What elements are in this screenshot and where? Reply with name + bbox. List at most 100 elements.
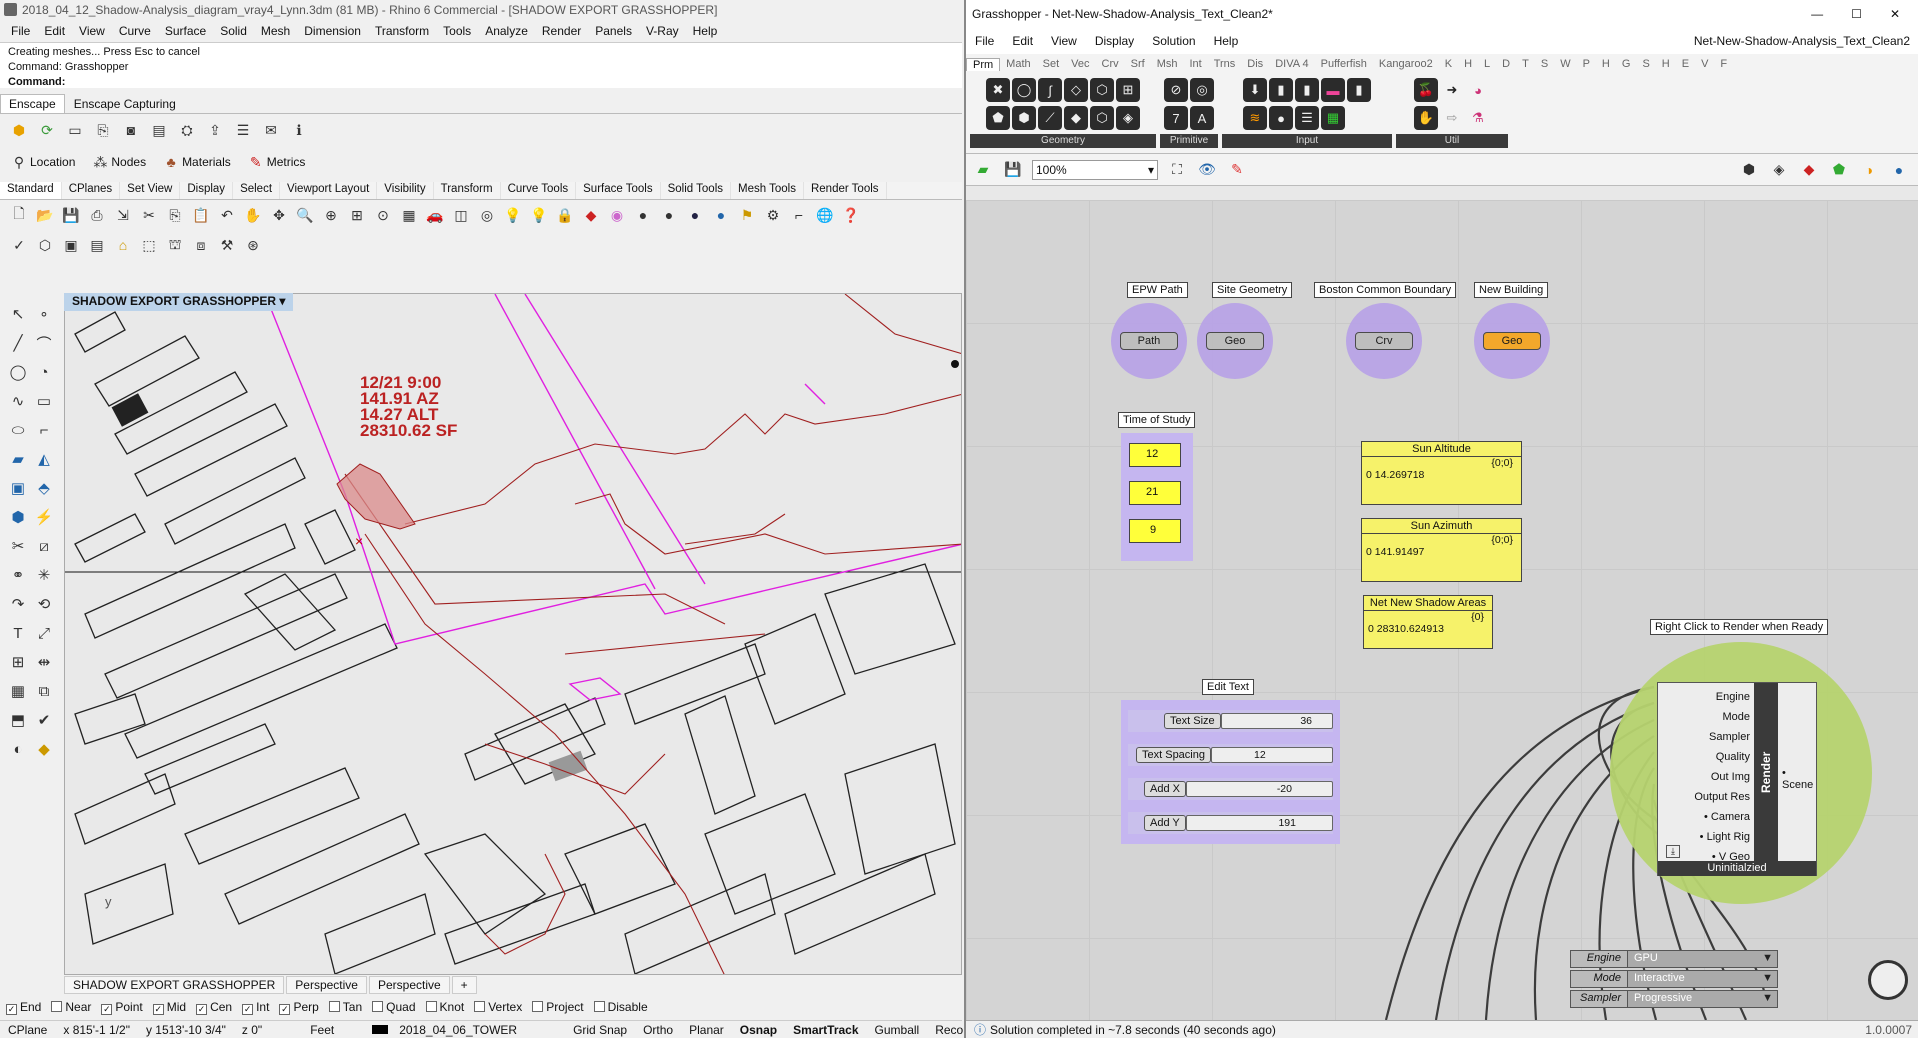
gh-tab-1[interactable]: Math	[1000, 58, 1036, 70]
param-brep-icon[interactable]: ⬟	[986, 106, 1010, 130]
fillet-icon[interactable]: ⌐	[31, 417, 57, 443]
osnap-checkbox[interactable]: ✓	[6, 1004, 17, 1015]
object-properties-icon[interactable]: ⬡	[34, 234, 56, 256]
tab-set-view[interactable]: Set View	[120, 182, 181, 199]
menu-view[interactable]: View	[72, 24, 112, 38]
menu-panels[interactable]: Panels	[588, 24, 639, 38]
gh-tab-0[interactable]: Prm	[966, 57, 1001, 71]
named-views-icon[interactable]: ◫	[450, 204, 472, 226]
analyze-icon[interactable]: ◐	[5, 736, 31, 762]
osnap-mid[interactable]: ✓ Mid	[152, 1000, 186, 1015]
render-input-output-res[interactable]: Output Res	[1658, 787, 1750, 807]
cplane-icon[interactable]: ◎	[476, 204, 498, 226]
gh-tab-10[interactable]: DIVA 4	[1269, 58, 1314, 70]
menu-vray[interactable]: V-Ray	[639, 24, 686, 38]
group-input-label[interactable]: Input	[1222, 134, 1392, 148]
rotate-view-icon[interactable]: ✥	[268, 204, 290, 226]
param-arc-icon[interactable]: ⟋	[1038, 106, 1062, 130]
preview-selected-icon[interactable]: ◆	[1798, 159, 1820, 181]
mode-value-list[interactable]: Mode Interactive ▼	[1570, 970, 1778, 988]
shaded-icon[interactable]: ●	[658, 204, 680, 226]
param-text-icon[interactable]: A	[1190, 106, 1214, 130]
status-cplane[interactable]: CPlane	[0, 1023, 55, 1037]
viewport-layout-icon[interactable]: ▦	[398, 204, 420, 226]
zoom-extents-icon[interactable]: ⊞	[346, 204, 368, 226]
tool-icon[interactable]: ⚒	[216, 234, 238, 256]
menu-tools[interactable]: Tools	[436, 24, 478, 38]
help-icon[interactable]: ❓	[840, 204, 862, 226]
param-mesh-icon[interactable]: ⬢	[1012, 106, 1036, 130]
gh-tab-23[interactable]: S	[1636, 58, 1655, 70]
add-viewport-tab-button[interactable]: +	[451, 976, 477, 994]
status-smarttrack[interactable]: SmartTrack	[785, 1023, 866, 1037]
command-prompt[interactable]: Command:	[8, 75, 954, 90]
enscape-screenshot-icon[interactable]: ◙	[120, 119, 142, 141]
gh-canvas[interactable]: EPW Path Path Site Geometry Geo Boston C…	[966, 200, 1918, 1020]
sun-altitude-panel[interactable]: Sun Altitude {0;0} 0 14.269718	[1361, 441, 1522, 505]
gh-tab-20[interactable]: P	[1577, 58, 1596, 70]
gh-tab-16[interactable]: D	[1496, 58, 1516, 70]
input-panel-icon[interactable]: ▮	[1347, 78, 1371, 102]
param-circle-icon[interactable]: ◯	[1012, 78, 1036, 102]
util-arrow-icon[interactable]: ➜	[1440, 78, 1464, 102]
osnap-checkbox[interactable]: ✓	[196, 1004, 208, 1015]
open-file-icon[interactable]: 📂	[34, 204, 56, 226]
save-document-icon[interactable]: 💾	[1002, 159, 1024, 181]
close-icon[interactable]: ✕	[1890, 0, 1900, 28]
gh-document-name[interactable]: Net-New-Shadow-Analysis_Text_Clean2	[1685, 34, 1918, 48]
menu-curve[interactable]: Curve	[112, 24, 158, 38]
zoom-dropdown[interactable]: 100% ▾	[1032, 159, 1158, 180]
lock-icon[interactable]: 🔒	[554, 204, 576, 226]
line-icon[interactable]: ╱	[5, 330, 31, 356]
input-matrix-icon[interactable]: ▦	[1321, 106, 1345, 130]
light-tool-icon[interactable]: ⚡	[31, 504, 57, 530]
osnap-cen[interactable]: ✓ Cen	[196, 1000, 232, 1015]
sampler-value-list[interactable]: Sampler Progressive ▼	[1570, 990, 1778, 1008]
minimize-icon[interactable]: —	[1811, 0, 1823, 28]
input-list-icon[interactable]: ☰	[1295, 106, 1319, 130]
rendered-icon[interactable]: ●	[684, 204, 706, 226]
render-input-camera[interactable]: • Camera	[1658, 807, 1750, 827]
menu-mesh[interactable]: Mesh	[254, 24, 297, 38]
scale-icon[interactable]: ⤢	[31, 620, 57, 646]
tab-render-tools[interactable]: Render Tools	[804, 182, 887, 199]
preview-wire-icon[interactable]: ⬢	[1738, 159, 1760, 181]
globe-icon[interactable]: 🌐	[814, 204, 836, 226]
add-y-slider[interactable]: Add Y 191	[1128, 812, 1333, 834]
gh-tab-7[interactable]: Int	[1183, 58, 1207, 70]
bulb-icon[interactable]: 💡	[528, 204, 550, 226]
tab-surface-tools[interactable]: Surface Tools	[576, 182, 661, 199]
document-preview-icon[interactable]: ⬟	[1828, 159, 1850, 181]
gh-tab-17[interactable]: T	[1516, 58, 1535, 70]
import-icon[interactable]: ⇲	[112, 204, 134, 226]
mode-dropdown[interactable]: Interactive ▼	[1628, 970, 1778, 988]
menu-solid[interactable]: Solid	[213, 24, 254, 38]
zoom-selected-icon[interactable]: ⊙	[372, 204, 394, 226]
nodes-button[interactable]: ⁂ Nodes	[89, 151, 146, 173]
gh-tab-8[interactable]: Trns	[1208, 58, 1242, 70]
viewport-tab-perspective[interactable]: Perspective	[286, 976, 367, 994]
group-geometry-label[interactable]: Geometry	[970, 134, 1156, 148]
sphere-icon[interactable]: ●	[710, 204, 732, 226]
select-icon[interactable]: ↖	[5, 301, 31, 327]
net-shadow-areas-panel[interactable]: Net New Shadow Areas {0} 0 28310.624913	[1363, 595, 1493, 649]
materials-button[interactable]: ♣ Materials	[160, 151, 230, 173]
navigation-widget[interactable]	[1868, 960, 1908, 1000]
viewport-dropdown-icon[interactable]: ▾	[279, 294, 285, 308]
save-icon[interactable]: 💾	[60, 204, 82, 226]
boston-common-param[interactable]: Crv	[1346, 303, 1422, 379]
menu-file[interactable]: File	[4, 24, 37, 38]
input-slider-icon[interactable]: ▮	[1295, 78, 1319, 102]
gh-tab-2[interactable]: Set	[1037, 58, 1066, 70]
tab-viewport-layout[interactable]: Viewport Layout	[280, 182, 378, 199]
viewport-3d[interactable]: × 12/21 9:00 141.91 AZ 14.27 ALT 28310.6…	[64, 293, 962, 975]
param-curve-icon[interactable]: ∫	[1038, 78, 1062, 102]
car-icon[interactable]: 🚗	[424, 204, 446, 226]
osnap-checkbox[interactable]	[425, 1001, 437, 1012]
text-size-track[interactable]: 36	[1220, 713, 1333, 729]
tab-visibility[interactable]: Visibility	[377, 182, 434, 199]
enscape-capture-icon[interactable]: ⎘	[92, 119, 114, 141]
explode-icon[interactable]: ✳	[31, 562, 57, 588]
sweep-icon[interactable]: ⬘	[31, 475, 57, 501]
status-grid-snap[interactable]: Grid Snap	[533, 1023, 635, 1037]
